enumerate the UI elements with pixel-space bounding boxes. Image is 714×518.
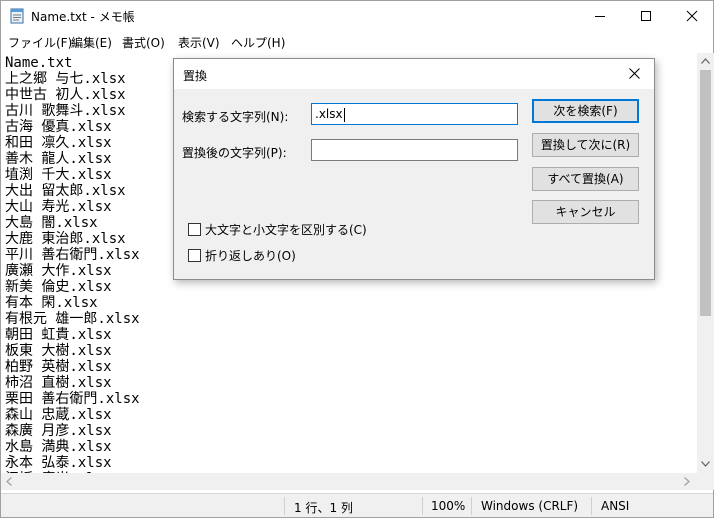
wrap-around-checkbox[interactable] <box>188 249 201 262</box>
close-button[interactable] <box>669 1 714 31</box>
editor-line: 大島 闇.xlsx <box>5 215 98 231</box>
editor-line: 古川 歌舞斗.xlsx <box>5 103 126 119</box>
editor-line: 上之郷 与七.xlsx <box>5 71 126 87</box>
status-divider <box>471 497 472 515</box>
title-bar[interactable]: Name.txt - メモ帳 <box>1 1 713 31</box>
minimize-button[interactable] <box>577 1 623 31</box>
editor-line: 有根元 雄一郎.xlsx <box>5 311 140 327</box>
scroll-left-icon[interactable] <box>6 477 12 486</box>
menu-edit[interactable]: 編集(E) <box>71 34 112 51</box>
match-case-checkbox[interactable] <box>188 223 201 236</box>
editor-line: 森廣 月彦.xlsx <box>5 423 112 439</box>
replace-input[interactable] <box>311 139 518 161</box>
horizontal-scrollbar[interactable] <box>1 473 697 490</box>
line-ending: Windows (CRLF) <box>481 499 579 513</box>
cursor-position: 1 行、1 列 <box>294 501 353 515</box>
dialog-title-bar[interactable]: 置換 <box>174 59 654 89</box>
editor-line: 平川 善右衛門.xlsx <box>5 247 140 263</box>
find-value: .xlsx <box>315 107 343 121</box>
wrap-around-option[interactable]: 折り返しあり(O) <box>188 247 296 264</box>
status-divider <box>422 497 423 515</box>
editor-line: 和田 凛久.xlsx <box>5 135 112 151</box>
editor-line: 古海 優真.xlsx <box>5 119 112 135</box>
scroll-up-icon[interactable] <box>701 58 710 64</box>
editor-line: 廣瀬 大作.xlsx <box>5 263 112 279</box>
menu-help[interactable]: ヘルプ(H) <box>231 34 285 51</box>
notepad-icon <box>9 8 25 24</box>
editor-line: 永本 弘泰.xlsx <box>5 455 112 471</box>
dialog-close-button[interactable] <box>622 63 648 85</box>
editor-line: 朝田 虹貴.xlsx <box>5 327 112 343</box>
menu-file[interactable]: ファイル(F) <box>8 34 72 51</box>
replace-label: 置換後の文字列(P): <box>182 146 287 160</box>
menu-bar: ファイル(F) 編集(E) 書式(O) 表示(V) ヘルプ(H) <box>1 31 713 51</box>
scrollbar-corner <box>697 473 714 490</box>
wrap-around-label: 折り返しあり(O) <box>205 249 296 263</box>
editor-line: Name.txt <box>5 55 73 71</box>
editor-line: 板東 大樹.xlsx <box>5 343 112 359</box>
cancel-button[interactable]: キャンセル <box>532 200 639 224</box>
maximize-icon <box>641 11 651 21</box>
status-divider <box>284 497 285 515</box>
vertical-scrollbar[interactable] <box>697 53 714 473</box>
editor-line: 大出 留太郎.xlsx <box>5 183 126 199</box>
editor-line: 森山 忠蔵.xlsx <box>5 407 112 423</box>
editor-line: 善木 龍人.xlsx <box>5 151 112 167</box>
editor-line: 柏野 英樹.xlsx <box>5 359 112 375</box>
vertical-scroll-thumb[interactable] <box>700 70 711 316</box>
scroll-down-icon[interactable] <box>701 461 710 467</box>
text-caret <box>343 107 345 122</box>
close-icon <box>629 68 640 79</box>
window-title: Name.txt - メモ帳 <box>31 10 135 24</box>
menu-view[interactable]: 表示(V) <box>178 34 220 51</box>
status-bar: 1 行、1 列 100% Windows (CRLF) ANSI <box>1 493 713 517</box>
status-divider <box>591 497 592 515</box>
dialog-title: 置換 <box>183 69 208 83</box>
find-label: 検索する文字列(N): <box>182 110 289 124</box>
editor-line: 新美 倫史.xlsx <box>5 279 112 295</box>
editor-line: 埴渕 千大.xlsx <box>5 167 112 183</box>
find-input[interactable]: .xlsx <box>311 103 518 125</box>
editor-line: 柿沼 直樹.xlsx <box>5 375 112 391</box>
menu-format[interactable]: 書式(O) <box>122 34 165 51</box>
editor-line: 有本 閑.xlsx <box>5 295 98 311</box>
editor-line: 栗田 善右衛門.xlsx <box>5 391 140 407</box>
scroll-right-icon[interactable] <box>684 477 690 486</box>
match-case-option[interactable]: 大文字と小文字を区別する(C) <box>188 221 367 238</box>
match-case-label: 大文字と小文字を区別する(C) <box>205 223 367 237</box>
replace-next-button[interactable]: 置換して次に(R) <box>532 133 639 157</box>
editor-line: 水島 満典.xlsx <box>5 439 112 455</box>
zoom-level: 100% <box>431 499 466 513</box>
encoding: ANSI <box>601 499 630 513</box>
minimize-icon <box>595 16 605 17</box>
replace-dialog: 置換 検索する文字列(N): .xlsx 置換後の文字列(P): 次を検索(F)… <box>173 58 655 280</box>
close-icon <box>686 10 698 22</box>
find-next-button[interactable]: 次を検索(F) <box>532 99 639 123</box>
maximize-button[interactable] <box>623 1 669 31</box>
editor-line: 大山 寿光.xlsx <box>5 199 112 215</box>
replace-all-button[interactable]: すべて置換(A) <box>532 167 639 191</box>
editor-line: 大鹿 東治郎.xlsx <box>5 231 126 247</box>
editor-line: 中世古 初人.xlsx <box>5 87 126 103</box>
